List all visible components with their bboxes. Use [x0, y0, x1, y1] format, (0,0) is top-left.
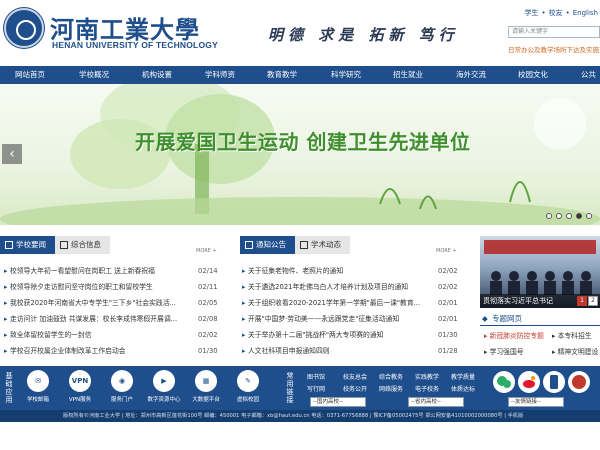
university-seal-logo[interactable] [4, 8, 44, 48]
list-item[interactable]: ▸ 关于征集老物件、老照片的通知 02/02 [242, 265, 460, 277]
link-library[interactable]: 图书馆 [307, 372, 325, 381]
nav-organization[interactable]: 机构设置 [142, 66, 172, 84]
banner-title: 开展爱国卫生运动 创建卫生先进单位 [135, 130, 471, 154]
notice-tabs: 通知公告 学术动态 MORE + [240, 236, 470, 254]
link-xiexing[interactable]: 写行网 [307, 384, 325, 393]
cert-icon: ✎ [237, 370, 259, 392]
hero-banner[interactable]: 开展爱国卫生运动 创建卫生先进单位 ‹ [0, 84, 600, 225]
basic-apps-label: 基础应用 [5, 372, 13, 404]
select-friendly-links[interactable]: --友情链接-- [508, 397, 564, 407]
info-icon [60, 241, 68, 249]
topic-admission[interactable]: ▸ 本专科招生 [552, 330, 592, 342]
wechat-icon[interactable] [493, 371, 515, 393]
link-academic-affairs[interactable]: 综合教务 [379, 372, 403, 381]
nav-admission[interactable]: 招生就业 [393, 66, 423, 84]
app-big-data[interactable]: ▦ 大数据平台 [186, 370, 226, 403]
photo-page-1[interactable]: 1 [577, 296, 587, 306]
tab-school-news[interactable]: 学校要闻 [0, 236, 55, 254]
nav-campus-culture[interactable]: 校园文化 [518, 66, 548, 84]
mascot-icon[interactable] [568, 371, 590, 393]
photo-pager: 12 [576, 296, 598, 306]
list-item[interactable]: ▸ 致全体留校留学生的一封信 02/02 [4, 329, 218, 341]
nav-research[interactable]: 科学研究 [331, 66, 361, 84]
data-icon: ▦ [195, 370, 217, 392]
photo-page-2[interactable]: 2 [588, 296, 598, 306]
banner-pagination [542, 213, 592, 221]
topic-covid[interactable]: ▸ 新冠肺炎防控专题 [484, 330, 544, 342]
tab-general-info[interactable]: 综合信息 [55, 236, 110, 254]
list-item[interactable]: ▸ 校领导大年初一看望慰问在岗职工 送上新春祝福 02/14 [4, 265, 218, 277]
app-portal[interactable]: ◉ 服务门户 [102, 370, 142, 403]
nav-faculty[interactable]: 学科师资 [205, 66, 235, 84]
list-item[interactable]: ▸ 校领导除夕走访慰问坚守岗位的职工和留校学生 02/11 [4, 281, 218, 293]
main-nav: 网站首页 学校概况 机构设置 学科师资 教育教学 科学研究 招生就业 海外交流 … [0, 66, 600, 97]
app-virtual-campus[interactable]: ✎ 虚拟校园 [228, 370, 268, 403]
scrolling-notice[interactable]: 日常办公及教学场所下达及实施方案 [508, 44, 600, 54]
topics-header: ◆ 专题网页 [480, 312, 600, 326]
app-vpn[interactable]: VPN VPN服务 [60, 370, 100, 403]
news-more-link[interactable]: MORE + [196, 248, 217, 254]
site-header: 河南工業大學 HENAN UNIVERSITY OF TECHNOLOGY 明德… [0, 0, 600, 66]
list-item[interactable]: ▸ 学校召开校属企业体制改革工作启动会 01/30 [4, 345, 218, 357]
mobile-icon[interactable] [543, 371, 565, 393]
topic-civilization[interactable]: ▸ 精神文明建设 [552, 346, 598, 358]
list-item[interactable]: ▸ 走访问计 加油鼓劲 共谋发展：校长李成伟寒假开展调... 02/08 [4, 313, 218, 325]
list-item[interactable]: ▸ 我校获2020年河南省大中专学生"三下乡"社会实践活... 02/05 [4, 297, 218, 309]
notices-more-link[interactable]: MORE + [436, 248, 457, 254]
news-tabs: 学校要闻 综合信息 MORE + [0, 236, 228, 254]
app-mail[interactable]: ✉ 学校邮箱 [18, 370, 58, 403]
link-practice[interactable]: 实践教学 [415, 372, 439, 381]
search-input[interactable]: 请输入关键字 [508, 26, 600, 38]
nav-home[interactable]: 网站首页 [15, 66, 45, 84]
logo-english-name[interactable]: HENAN UNIVERSITY OF TECHNOLOGY [52, 40, 218, 50]
vpn-icon: VPN [69, 370, 91, 392]
tab-notices[interactable]: 通知公告 [240, 236, 295, 254]
banner-dot-active[interactable] [576, 213, 582, 219]
select-national-universities[interactable]: --国内高校-- [310, 397, 366, 407]
toplink-student[interactable]: 学生 [524, 9, 538, 17]
link-quality[interactable]: 教学质量 [451, 372, 475, 381]
top-links: 学生 • 校友 • English [524, 9, 598, 17]
app-digital-resources[interactable]: ▶ 数字资源中心 [144, 370, 184, 403]
nav-public-service[interactable]: 公共服务 [581, 66, 600, 97]
list-item[interactable]: ▸ 关于组织收看2020-2021学年第一学期"最后一课"教育... 02/01 [242, 297, 460, 309]
tab-academic[interactable]: 学术动态 [295, 236, 350, 254]
nav-international[interactable]: 海外交流 [456, 66, 486, 84]
list-item[interactable]: ▸ 关于遴选2021年赴佛乌白人才培养计划及项目的通知 02/02 [242, 281, 460, 293]
portal-icon: ◉ [111, 370, 133, 392]
list-item[interactable]: ▸ 开展"中国梦·劳动美——永远跟党走"征集活动通知 02/01 [242, 313, 460, 325]
news-icon [5, 241, 13, 249]
banner-dot[interactable] [586, 213, 592, 219]
photo-caption[interactable]: 贯彻落实习近平总书记 [483, 296, 553, 306]
site-footer: 版权所有©河南工业大学 | 地址：郑州市高新区莲花街100号 邮编：450001… [0, 410, 600, 422]
list-item[interactable]: ▸ 人文社科项目申报通知四则 01/28 [242, 345, 460, 357]
nav-education[interactable]: 教育教学 [267, 66, 297, 84]
play-icon: ▶ [153, 370, 175, 392]
link-affairs-open[interactable]: 校务公开 [343, 384, 367, 393]
common-links-label: 常用链接 [286, 372, 294, 404]
topics-icon: ◆ [482, 314, 488, 323]
link-e-affairs[interactable]: 电子校务 [415, 384, 439, 393]
link-alumni[interactable]: 校友总会 [343, 372, 367, 381]
university-motto: 明德 求是 拓新 笃行 [268, 26, 459, 44]
bell-icon [245, 241, 253, 249]
banner-dot[interactable] [566, 213, 572, 219]
toplink-alumni[interactable]: 校友 [549, 9, 563, 17]
academic-icon [300, 241, 308, 249]
mail-icon: ✉ [27, 370, 49, 392]
link-fitness[interactable]: 体质达标 [451, 384, 475, 393]
banner-prev-button[interactable]: ‹ [2, 144, 22, 164]
weibo-icon[interactable] [518, 371, 540, 393]
list-item[interactable]: ▸ 关于举办第十二届"挑战杯"两大专项赛的通知 01/30 [242, 329, 460, 341]
banner-dot[interactable] [546, 213, 552, 219]
topic-xuexi[interactable]: ▸ 学习强国号 [484, 346, 524, 358]
banner-dot[interactable] [556, 213, 562, 219]
toplink-english[interactable]: English [573, 9, 598, 17]
nav-about[interactable]: 学校概况 [79, 66, 109, 84]
featured-photo[interactable]: 贯彻落实习近平总书记 12 [480, 236, 600, 308]
select-provincial-universities[interactable]: --省内高校-- [408, 397, 464, 407]
link-network[interactable]: 网络服务 [379, 384, 403, 393]
